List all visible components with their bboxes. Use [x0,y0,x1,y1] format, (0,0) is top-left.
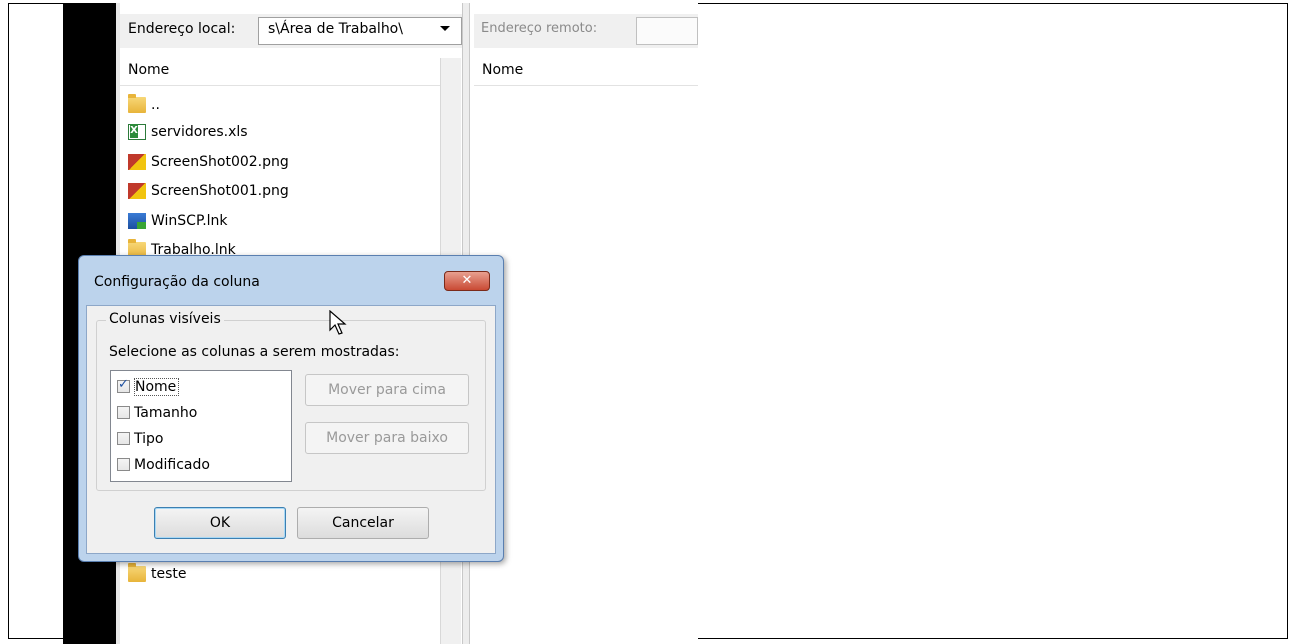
checkbox-checked-icon[interactable] [117,377,130,393]
list-item[interactable]: ScreenShot001.png [128,178,289,204]
mouse-cursor-icon [329,310,347,335]
list-item[interactable]: ScreenShot002.png [128,149,289,175]
excel-file-icon [128,124,146,140]
list-item[interactable]: WinSCP.lnk [128,208,228,234]
local-address-label: Endereço local: [128,21,236,37]
column-option-label: Tamanho [134,404,198,421]
cancel-button[interactable]: Cancelar [297,507,429,539]
file-name: WinSCP.lnk [151,213,228,229]
column-option-label: Tipo [134,430,164,447]
chevron-down-icon[interactable] [440,26,450,31]
close-button[interactable]: ✕ [444,271,490,291]
local-address-value[interactable]: s\Área de Trabalho\ [268,21,403,37]
folder-up-icon [128,94,146,113]
column-option-label: Modificado [134,456,210,473]
list-item[interactable]: teste [128,561,187,587]
column-option-modificado[interactable]: Modificado [117,452,210,477]
column-option-tipo[interactable]: Tipo [117,426,163,451]
remote-column-name[interactable]: Nome [482,62,523,78]
image-file-icon [128,154,146,170]
file-name: .. [151,97,160,113]
close-icon: ✕ [461,273,473,288]
folder-icon [128,563,146,582]
checkbox-icon[interactable] [117,432,130,445]
column-option-nome[interactable]: Nome [117,374,180,399]
instruction-text: Selecione as colunas a serem mostradas: [109,344,400,360]
list-item[interactable]: servidores.xls [128,119,248,145]
remote-file-panel[interactable] [470,3,698,644]
dialog-title: Configuração da coluna [94,274,260,290]
local-column-name[interactable]: Nome [128,62,169,78]
remote-address-label: Endereço remoto: [481,21,598,36]
file-name: ScreenShot002.png [151,154,289,170]
remote-address-combo[interactable] [636,17,698,45]
shortcut-icon [128,213,146,229]
image-file-icon [128,183,146,199]
move-down-button[interactable]: Mover para baixo [305,422,469,454]
group-label: Colunas visíveis [106,311,224,327]
list-item[interactable]: .. [128,92,160,118]
checkbox-icon[interactable] [117,458,130,471]
column-option-tamanho[interactable]: Tamanho [117,400,197,425]
move-up-button[interactable]: Mover para cima [305,374,469,406]
file-name: ScreenShot001.png [151,183,289,199]
column-option-label: Nome [134,377,180,396]
ok-button[interactable]: OK [154,507,286,539]
checkbox-icon[interactable] [117,406,130,419]
file-name: teste [151,566,187,582]
file-name: servidores.xls [151,124,248,140]
